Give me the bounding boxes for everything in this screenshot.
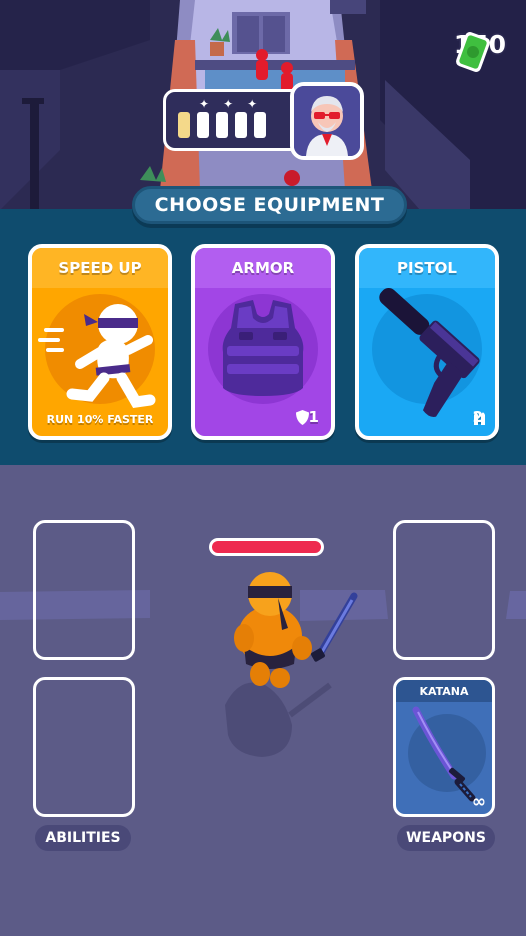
stage-progress-bar	[254, 112, 266, 138]
skull-icon: ✦	[247, 97, 258, 111]
abilities-label: ABILITIES	[35, 825, 131, 851]
boss-portrait-icon	[290, 82, 364, 160]
card-stat: +1	[295, 408, 319, 426]
equipment-card-pistol[interactable]: PISTOL 2	[355, 244, 499, 440]
stage-progress-bar	[197, 112, 209, 138]
stage-progress-bars	[178, 112, 266, 138]
shield-icon	[295, 409, 309, 425]
stage-progress-bar	[235, 112, 247, 138]
stage-progress-bar	[178, 112, 190, 138]
weapon-slot-1[interactable]	[393, 520, 495, 660]
card-description: RUN 10% FASTER	[46, 413, 154, 426]
skull-icon: ✦	[199, 97, 210, 111]
skull-markers: ✦ ✦ ✦	[199, 98, 257, 110]
ninja-player-character	[234, 572, 358, 688]
equipment-card-speed-up[interactable]: SPEED UP RUN 10% FASTER	[28, 244, 172, 440]
silenced-pistol-icon	[379, 287, 480, 417]
card-stat: 2	[473, 408, 485, 426]
weapon-name: KATANA	[396, 680, 492, 702]
armor-vest-icon	[222, 300, 304, 396]
ability-slot-2[interactable]	[33, 677, 135, 817]
bullets-icon	[473, 412, 485, 425]
player-health-fill	[212, 541, 321, 553]
level-progress-panel: ✦ ✦ ✦	[163, 89, 305, 151]
weapon-slot-katana[interactable]: KATANA ∞	[393, 677, 495, 817]
stage-progress-bar	[216, 112, 228, 138]
choose-equipment-title: CHOOSE EQUIPMENT	[132, 186, 407, 224]
equipment-card-armor[interactable]: ARMOR +1	[191, 244, 335, 440]
skull-icon: ✦	[223, 97, 234, 111]
ability-slot-1[interactable]	[33, 520, 135, 660]
weapons-label: WEAPONS	[397, 825, 495, 851]
player-health-bar	[209, 538, 324, 556]
currency-display: 150	[454, 30, 506, 72]
running-ninja-icon	[38, 304, 156, 408]
card-title: ARMOR	[195, 248, 331, 288]
cash-icon	[455, 32, 490, 72]
weapon-ammo: ∞	[471, 792, 486, 812]
